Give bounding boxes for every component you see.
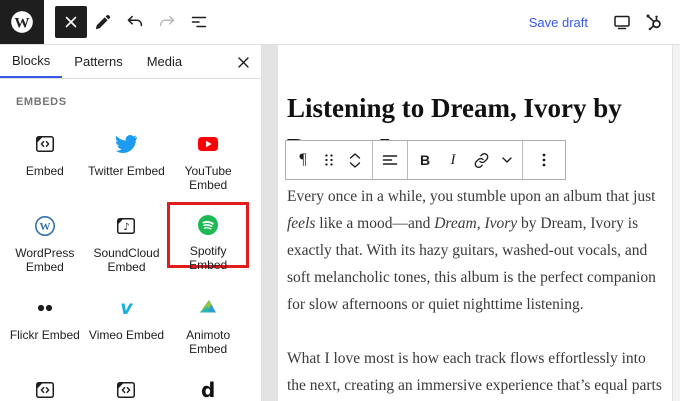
paragraph-block-type-button[interactable]: ¶	[289, 141, 317, 179]
soundcloud-icon: ♪	[114, 213, 138, 239]
block-item-embed-row4-2[interactable]	[86, 366, 168, 401]
paragraph-block-1[interactable]: Every once in a while, you stumble upon …	[287, 183, 668, 318]
bold-button[interactable]: B	[411, 141, 439, 179]
undo-button[interactable]	[119, 6, 151, 38]
save-draft-button[interactable]: Save draft	[529, 15, 588, 30]
wordpress-logo-icon: W	[9, 9, 35, 35]
block-item-soundcloud-embed[interactable]: ♪ SoundCloud Embed	[86, 202, 168, 280]
block-item-flickr-embed[interactable]: Flickr Embed	[4, 284, 86, 362]
block-item-wordpress-embed[interactable]: W WordPress Embed	[4, 202, 86, 280]
svg-text:♪: ♪	[124, 222, 130, 233]
block-item-label: SoundCloud Embed	[87, 246, 165, 274]
block-item-spotify-embed[interactable]: Spotify Embed	[167, 202, 249, 268]
block-item-animoto-embed[interactable]: Animoto Embed	[167, 284, 249, 362]
block-item-label: Twitter Embed	[88, 164, 165, 178]
list-view-button[interactable]	[183, 6, 215, 38]
svg-text:W: W	[39, 221, 50, 233]
link-icon	[472, 151, 491, 170]
preview-monitor-icon	[611, 11, 633, 33]
post-content: Listening to Dream, Ivory byDream, Ivory…	[287, 88, 668, 401]
tab-media[interactable]: Media	[135, 45, 194, 78]
block-item-twitter-embed[interactable]: Twitter Embed	[86, 120, 168, 198]
flickr-icon	[33, 295, 57, 321]
post-title-line-1: Listening to Dream, Ivory by	[287, 93, 622, 123]
edit-mode-button[interactable]	[87, 6, 119, 38]
youtube-icon	[196, 131, 220, 157]
wordpress-block-editor: W	[0, 0, 680, 401]
twitter-icon	[115, 131, 137, 157]
block-toolbar-group-format: B I	[407, 141, 522, 179]
block-item-embed-row4-1[interactable]	[4, 366, 86, 401]
list-view-icon	[189, 12, 209, 32]
embed-blocks-grid: Embed Twitter Embed YouTube Embed	[4, 120, 249, 401]
block-inserter-panel: Blocks Patterns Media EMBEDS Embed	[0, 45, 262, 401]
block-item-label: Spotify Embed	[170, 244, 246, 272]
tab-blocks[interactable]: Blocks	[0, 45, 62, 78]
options-button[interactable]	[526, 141, 562, 179]
move-up-icon	[348, 152, 362, 160]
close-icon	[237, 56, 250, 69]
animoto-icon	[196, 295, 220, 321]
block-item-label: Flickr Embed	[10, 328, 80, 342]
chevron-down-icon	[500, 153, 514, 167]
vertical-scrollbar[interactable]	[672, 45, 680, 401]
block-item-label: Animoto Embed	[169, 328, 247, 356]
close-inserter-button[interactable]	[231, 50, 255, 74]
block-item-youtube-embed[interactable]: YouTube Embed	[167, 120, 249, 198]
embed-generic-icon	[33, 377, 57, 401]
kebab-menu-icon	[536, 152, 552, 168]
move-down-icon	[348, 161, 362, 169]
more-formats-button[interactable]	[495, 141, 519, 179]
align-left-icon	[381, 151, 399, 169]
block-item-embed[interactable]: Embed	[4, 120, 86, 198]
link-button[interactable]	[467, 141, 495, 179]
wordpress-logo[interactable]: W	[0, 0, 44, 44]
tab-patterns[interactable]: Patterns	[62, 45, 134, 78]
pencil-icon	[93, 12, 113, 32]
embed-generic-icon	[114, 377, 138, 401]
block-mover[interactable]	[341, 141, 369, 179]
redo-button[interactable]	[151, 6, 183, 38]
drag-handle[interactable]	[317, 141, 341, 179]
text-align-button[interactable]	[376, 141, 404, 179]
editor-top-bar: W	[0, 0, 680, 45]
embed-generic-icon	[33, 131, 57, 157]
block-item-label: Vimeo Embed	[89, 328, 164, 342]
hubspot-sprocket-icon	[643, 11, 665, 33]
dailymotion-icon: d	[201, 377, 215, 401]
block-item-label: Embed	[26, 164, 64, 178]
block-toolbar: ¶	[285, 140, 566, 180]
block-inserter-toggle-button[interactable]	[55, 6, 87, 38]
block-toolbar-group-align	[372, 141, 407, 179]
hubspot-plugin-button[interactable]	[638, 6, 670, 38]
block-item-dailymotion-embed[interactable]: d	[167, 366, 249, 401]
italic-button[interactable]: I	[439, 141, 467, 179]
redo-icon	[157, 12, 177, 32]
undo-icon	[125, 12, 145, 32]
block-item-label: WordPress Embed	[6, 246, 84, 274]
paragraph-block-2[interactable]: What I love most is how each track flows…	[287, 345, 668, 401]
inserter-tabs: Blocks Patterns Media	[0, 45, 261, 79]
close-icon	[64, 15, 78, 29]
spotify-icon	[196, 213, 220, 237]
preview-button[interactable]	[606, 6, 638, 38]
block-item-vimeo-embed[interactable]: v Vimeo Embed	[86, 284, 168, 362]
wordpress-icon: W	[33, 213, 57, 239]
block-toolbar-group-options	[522, 141, 565, 179]
svg-text:W: W	[14, 14, 29, 31]
vimeo-icon: v	[120, 295, 132, 321]
drag-dots-icon	[320, 151, 338, 169]
block-toolbar-group-block: ¶	[286, 141, 372, 179]
embeds-section-title: EMBEDS	[16, 96, 261, 108]
block-item-label: YouTube Embed	[169, 164, 247, 192]
